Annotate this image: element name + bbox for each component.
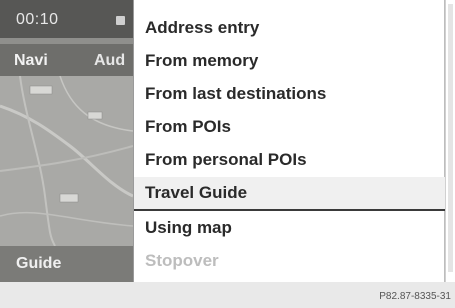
map-view — [0, 76, 133, 246]
figure-code: P82.87-8335-31 — [379, 291, 451, 302]
status-icon — [116, 16, 125, 25]
navigation-screen: 00:10 Navi Aud Guide — [0, 0, 133, 290]
menu-item-travel-guide[interactable]: Travel Guide — [134, 177, 445, 209]
map-roads — [0, 76, 133, 246]
destination-dropdown-menu: Address entry From memory From last dest… — [133, 0, 445, 282]
menu-separator — [134, 209, 445, 211]
menu-audio[interactable]: Aud — [94, 52, 125, 70]
bottom-bar: Guide — [0, 246, 133, 282]
menu-item-from-pois[interactable]: From POIs — [134, 111, 445, 143]
menu-item-using-map[interactable]: Using map — [134, 212, 445, 244]
menu-item-from-memory[interactable]: From memory — [134, 45, 445, 77]
menu-item-stopover: Stopover — [145, 251, 219, 270]
menu-item-from-last-destinations[interactable]: From last destinations — [134, 78, 445, 110]
status-bar: 00:10 — [0, 0, 133, 38]
menu-item-address-entry[interactable]: Address entry — [134, 12, 445, 44]
main-menu-bar: Navi Aud — [0, 44, 133, 76]
guide-button[interactable]: Guide — [16, 255, 61, 273]
scrollbar-thumb[interactable] — [448, 4, 453, 272]
menu-navi[interactable]: Navi — [14, 52, 48, 70]
menu-scrollbar[interactable] — [445, 0, 455, 282]
menu-item-from-personal-pois[interactable]: From personal POIs — [134, 144, 445, 176]
clock: 00:10 — [16, 11, 59, 28]
